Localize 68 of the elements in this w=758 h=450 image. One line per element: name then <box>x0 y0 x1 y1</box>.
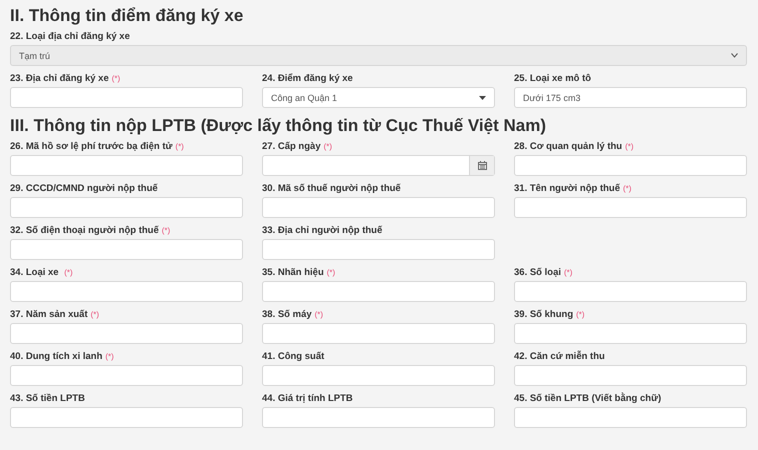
field-label: 27. Cấp ngày <box>262 140 321 152</box>
required-mark: (*) <box>326 268 336 276</box>
input-field[interactable] <box>10 365 243 386</box>
input-field[interactable] <box>10 323 243 344</box>
field-label: 42. Căn cứ miễn thu <box>514 350 605 362</box>
field-label: 25. Loại xe mô tô <box>514 72 592 84</box>
field-label: 23. Địa chỉ đăng ký xe <box>10 72 109 84</box>
field-label: 28. Cơ quan quản lý thu <box>514 140 622 152</box>
input-field[interactable] <box>514 365 747 386</box>
section-heading: II. Thông tin điểm đăng ký xe <box>10 5 244 27</box>
field-label: 40. Dung tích xi lanh <box>10 350 102 362</box>
required-mark: (*) <box>112 74 120 82</box>
field-label: 45. Số tiền LPTB (Viết bằng chữ) <box>514 392 662 404</box>
field-label: 26. Mã hồ sơ lệ phí trước bạ điện tử <box>10 140 172 152</box>
input-field[interactable] <box>10 239 243 260</box>
input-field[interactable] <box>10 407 243 428</box>
required-mark: (*) <box>175 142 184 150</box>
input-field[interactable] <box>514 323 747 344</box>
field-label: 39. Số khung <box>514 308 574 320</box>
date-field[interactable] <box>262 155 495 176</box>
input-field[interactable] <box>514 155 747 176</box>
field-label: 36. Số loại <box>514 266 561 278</box>
required-mark: (*) <box>90 310 100 318</box>
required-mark: (*) <box>625 142 634 150</box>
required-mark: (*) <box>564 268 572 276</box>
required-mark: (*) <box>324 142 332 150</box>
input-field[interactable] <box>262 197 495 218</box>
input-field[interactable] <box>514 281 747 302</box>
field-label: 22. Loại địa chỉ đăng ký xe <box>10 30 130 42</box>
field-label: 24. Điểm đăng ký xe <box>262 72 353 84</box>
input-field[interactable] <box>10 281 243 302</box>
field-label: 32. Số điện thoại người nộp thuế <box>10 224 159 236</box>
required-mark: (*) <box>105 352 114 360</box>
input-field[interactable] <box>262 365 495 386</box>
field-label: 31. Tên người nộp thuế <box>514 182 620 194</box>
input-field[interactable] <box>262 239 495 260</box>
required-mark: (*) <box>623 184 632 192</box>
caret-icon <box>479 96 486 100</box>
field-label: 41. Công suất <box>262 350 324 362</box>
input-field[interactable] <box>262 407 495 428</box>
required-mark: (*) <box>162 226 170 234</box>
chevron-icon <box>731 53 738 58</box>
required-mark: (*) <box>314 310 324 318</box>
select-value: Tạm trú <box>19 50 52 60</box>
field-label: 35. Nhãn hiệu <box>262 266 324 278</box>
input-value: Dưới 175 cm3 <box>523 92 582 102</box>
calendar-icon <box>478 161 486 170</box>
field-label: 29. CCCD/CMND người nộp thuế <box>10 182 158 194</box>
input-field[interactable] <box>10 87 243 108</box>
field-label: 37. Năm sản xuất <box>10 308 88 320</box>
field-label: 34. Loại xe <box>10 266 60 278</box>
input-field[interactable] <box>514 197 747 218</box>
required-mark: (*) <box>64 268 73 276</box>
required-mark: (*) <box>576 310 585 318</box>
input-field[interactable] <box>10 155 243 176</box>
field-label: 44. Giá trị tính LPTB <box>262 392 353 404</box>
input-field[interactable] <box>262 281 495 302</box>
input-field[interactable] <box>514 407 747 428</box>
section-heading: III. Thông tin nộp LPTB (Được lấy thông tin từ Cục Thuế Việt Nam) <box>10 115 547 137</box>
input-field[interactable] <box>10 197 243 218</box>
dropdown-value: Công an Quận 1 <box>271 92 338 102</box>
field-label: 38. Số máy <box>262 308 312 320</box>
field-label: 33. Địa chỉ người nộp thuế <box>262 224 382 236</box>
field-label: 30. Mã số thuế người nộp thuế <box>262 182 401 194</box>
dropdown-field[interactable]: Công an Quận 1 <box>262 87 495 108</box>
input-field[interactable] <box>262 323 495 344</box>
field-label: 43. Số tiền LPTB <box>10 392 85 404</box>
input-field[interactable]: Dưới 175 cm3 <box>514 87 747 108</box>
